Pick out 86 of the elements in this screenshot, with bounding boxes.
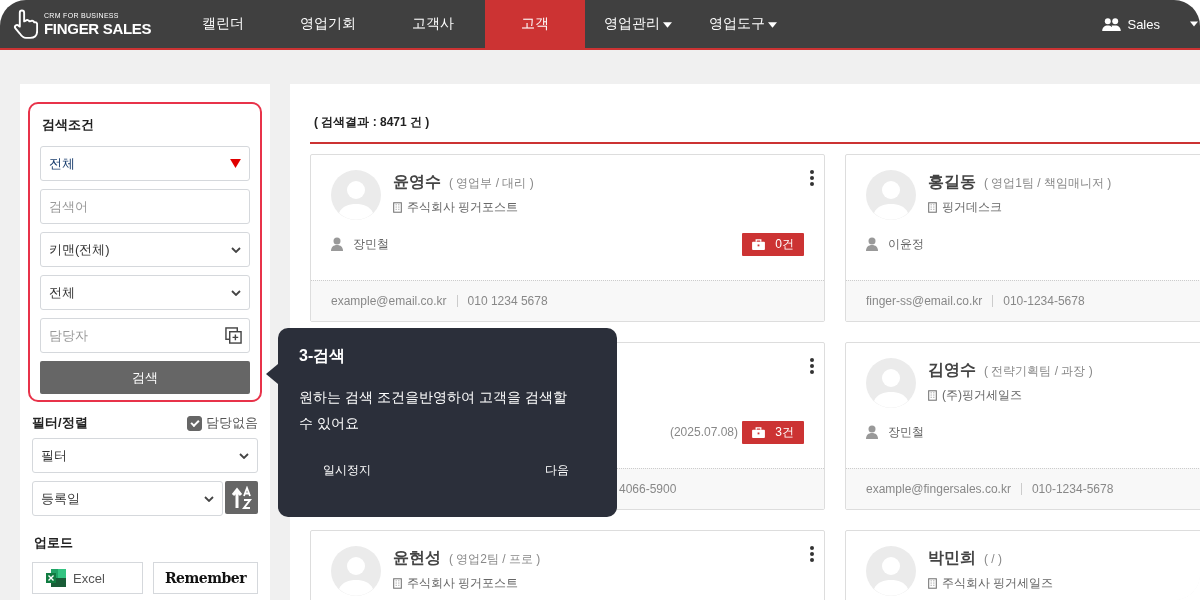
customer-name: 홍길동 <box>928 172 976 192</box>
nav-tab[interactable]: 캘린더 <box>170 0 275 48</box>
people-icon <box>1102 17 1122 31</box>
company-name: 주식회사 핑거세일즈 <box>928 575 1054 592</box>
customer-phone: 010 1234 5678 <box>467 294 548 308</box>
upload-button[interactable]: Excel <box>32 562 143 594</box>
filter-select[interactable]: 전체 <box>40 275 250 310</box>
dropdown-triangle-icon <box>230 159 241 168</box>
upload-button[interactable]: Remember <box>153 562 258 594</box>
pointing-hand-icon <box>12 9 38 39</box>
customer-phone: 4066-5900 <box>619 482 677 496</box>
building-icon <box>393 202 402 213</box>
logo-wordmark: FINGER SALES <box>44 21 152 36</box>
department-title: ( 전략기획팀 / 과장 ) <box>984 363 1093 380</box>
caret-icon[interactable] <box>1190 21 1198 27</box>
manager-field[interactable]: 담당자 <box>40 318 250 353</box>
deal-count-badge[interactable]: 3건 <box>742 420 804 444</box>
briefcase-icon <box>752 238 766 250</box>
customer-card[interactable]: 홍길동 ( 영업1팀 / 책임매니저 ) 핑거데스크 이윤정 finger-ss@email.co.kr 010-1234-5678 <box>845 154 1200 322</box>
nav-tab[interactable]: 고객사 <box>380 0 485 48</box>
more-options-icon[interactable] <box>810 358 814 374</box>
deal-count-badge[interactable]: 0건 <box>742 232 804 256</box>
customer-name: 김영수 <box>928 360 976 380</box>
tooltip-title: 3-검색 <box>299 346 347 366</box>
building-icon <box>928 202 937 213</box>
chevron-down-icon <box>204 495 214 502</box>
result-count: ( 검색결과 : 8471 건 ) <box>313 114 431 131</box>
sort-ascending-icon <box>230 485 253 510</box>
department-title: ( 영업2팀 / 프로 ) <box>449 551 541 568</box>
assigned-manager: 장민철 <box>331 235 389 253</box>
department-title: ( 영업부 / 대리 ) <box>449 175 534 192</box>
search-button[interactable]: 검색 <box>40 361 250 394</box>
building-icon <box>928 390 937 401</box>
company-name: 주식회사 핑거포스트 <box>393 199 534 216</box>
chevron-down-icon <box>231 289 241 296</box>
customer-email: example@email.co.kr <box>331 294 447 308</box>
sort-select[interactable]: 등록일 <box>32 481 223 516</box>
section-title: 업로드 <box>33 534 74 552</box>
customer-card[interactable]: 윤현성 ( 영업2팀 / 프로 ) 주식회사 핑거포스트 <box>310 530 825 600</box>
add-copy-icon[interactable] <box>225 327 242 344</box>
filter-select[interactable]: 필터 <box>32 438 258 473</box>
chevron-down-icon <box>231 246 241 253</box>
building-icon <box>928 578 937 589</box>
customer-card[interactable]: 박민희 ( / ) 주식회사 핑거세일즈 <box>845 530 1200 600</box>
customer-card[interactable]: 윤영수 ( 영업부 / 대리 ) 주식회사 핑거포스트 장민철 0건 example@email.co.kr 010 1234 5678 <box>310 154 825 322</box>
tooltip-button[interactable]: 다음 <box>539 458 575 483</box>
user-menu[interactable]: Sales <box>1102 0 1160 48</box>
tooltip-button[interactable]: 일시정지 <box>317 458 377 483</box>
nav-tab[interactable]: 영업관리 <box>585 0 690 48</box>
more-options-icon[interactable] <box>810 546 814 562</box>
person-icon <box>866 237 878 251</box>
more-options-icon[interactable] <box>810 170 814 186</box>
last-activity-date: (2025.07.08) <box>669 425 738 439</box>
customer-phone: 010-1234-5678 <box>1031 482 1114 496</box>
customer-name: 박민희 <box>928 548 976 568</box>
department-title: ( / ) <box>984 552 1002 566</box>
customer-phone: 010-1234-5678 <box>1003 294 1085 308</box>
customer-card[interactable]: 김영수 ( 전략기획팀 / 과장 ) (주)핑거세일즈 장민철 example@fingersales.co.kr 010-1234-5678 <box>845 342 1200 510</box>
assigned-manager: 이윤정 <box>866 235 924 253</box>
company-name: 핑거데스크 <box>928 199 1112 216</box>
building-icon <box>393 578 402 589</box>
customer-name: 윤영수 <box>393 172 441 192</box>
department-title: ( 영업1팀 / 책임매니저 ) <box>984 175 1112 192</box>
chevron-down-icon <box>239 452 249 459</box>
sort-order-button[interactable] <box>225 481 258 514</box>
assigned-manager: 장민철 <box>866 423 924 441</box>
checkbox-label[interactable]: 담당없음 <box>206 414 258 432</box>
customer-email: finger-ss@email.co.kr <box>866 294 983 308</box>
section-title: 필터/정렬 <box>32 414 88 432</box>
person-icon <box>866 425 878 439</box>
nav-tab[interactable]: 고객 <box>485 0 585 48</box>
search-input[interactable]: 검색어 <box>40 189 250 224</box>
section-title: 검색조건 <box>41 116 95 134</box>
person-icon <box>331 237 343 251</box>
company-name: 주식회사 핑거포스트 <box>393 575 541 592</box>
customer-name: 윤현성 <box>393 548 441 568</box>
spreadsheet-icon <box>45 568 67 588</box>
company-name: (주)핑거세일즈 <box>928 387 1093 404</box>
nav-tab[interactable]: 영업기회 <box>275 0 380 48</box>
customer-email: example@fingersales.co.kr <box>866 482 1011 496</box>
briefcase-icon <box>752 426 766 438</box>
nav-tab[interactable]: 영업도구 <box>690 0 795 48</box>
search-type-select[interactable]: 전체 <box>40 146 250 181</box>
filter-select[interactable]: 키맨(전체) <box>40 232 250 267</box>
tooltip-text: 원하는 검색 조건을반영하여 고객을 검색할 수 있어요 <box>299 388 568 433</box>
checkbox[interactable] <box>187 415 202 431</box>
